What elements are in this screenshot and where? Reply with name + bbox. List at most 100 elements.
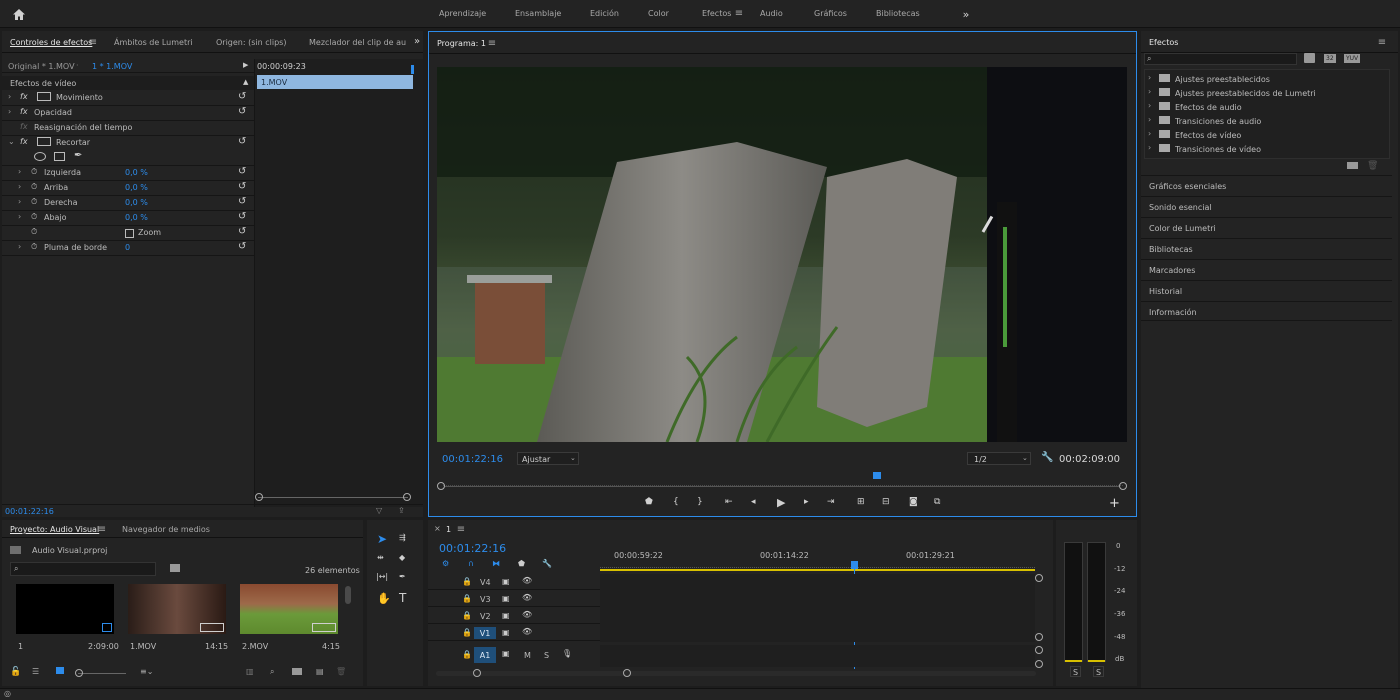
expand-chevron-icon[interactable]: › [18, 167, 21, 176]
rectangle-mask-icon[interactable] [54, 152, 65, 161]
panel-menu-icon[interactable]: ≡ [97, 524, 107, 535]
current-time[interactable]: 00:01:22:16 [5, 507, 54, 516]
workspace-tab-graficos[interactable]: Gráficos [814, 9, 847, 18]
quality-dropdown[interactable]: 1/2 ⌄ [967, 452, 1031, 465]
film-icon[interactable]: ▣ [502, 577, 510, 586]
param-value[interactable]: 0,0 % [125, 198, 148, 207]
stopwatch-icon[interactable]: ⏱ [31, 197, 37, 207]
param-value[interactable]: 0,0 % [125, 183, 148, 192]
mark-out-icon[interactable]: } [697, 497, 703, 507]
filter-icon[interactable]: ▽ [376, 506, 382, 515]
zoom-checkbox[interactable] [125, 229, 134, 238]
play-icon[interactable]: ▶ [777, 496, 785, 509]
expand-chevron-icon[interactable]: › [18, 212, 21, 221]
effects-tree-item[interactable]: › Ajustes preestablecidos [1145, 72, 1389, 86]
new-folder-icon[interactable] [1347, 162, 1358, 169]
clip-thumbnail[interactable] [128, 584, 226, 634]
mini-clip[interactable]: 1.MOV [257, 75, 413, 89]
effect-row-opacidad[interactable]: › fx Opacidad ↺ [2, 106, 254, 120]
sequence-clip-label[interactable]: 1 * 1.MOV [92, 62, 132, 71]
overflow-chevron-icon[interactable]: » [960, 8, 972, 21]
timeline-playhead-head[interactable] [851, 561, 858, 569]
stopwatch-icon[interactable]: ⏱ [31, 242, 37, 252]
timeline-zoom-handle[interactable] [473, 669, 481, 677]
compare-icon[interactable]: ⧉ [934, 497, 940, 507]
expand-chevron-icon[interactable]: › [1148, 87, 1151, 96]
tab-source[interactable]: Origen: (sin clips) [216, 38, 286, 47]
expand-chevron-icon[interactable]: › [18, 182, 21, 191]
mini-zoom-scrollbar[interactable] [258, 497, 408, 498]
marker-icon[interactable]: ⬟ [645, 497, 653, 507]
play-triangle-icon[interactable]: ▶ [243, 61, 248, 69]
section-graficos-esenciales[interactable]: Gráficos esenciales [1141, 175, 1392, 195]
track-scroll-handle[interactable] [1035, 646, 1043, 654]
extract-icon[interactable]: ⊟ [882, 497, 890, 507]
effects-search-input[interactable]: ⌕ [1144, 53, 1297, 65]
fx-icon[interactable]: fx [20, 92, 28, 101]
track-label[interactable]: A1 [474, 647, 496, 663]
section-bibliotecas[interactable]: Bibliotecas [1141, 238, 1392, 258]
status-icon[interactable]: ◎ [4, 689, 11, 698]
film-icon[interactable]: ▣ [502, 628, 510, 637]
program-playhead[interactable] [873, 472, 881, 479]
go-to-out-icon[interactable]: ⇥ [827, 497, 835, 507]
accelerated-filter-icon[interactable] [1304, 53, 1315, 63]
track-scroll-handle[interactable] [1035, 574, 1043, 582]
transform-icon[interactable] [37, 137, 51, 146]
effect-row-movimiento[interactable]: › fx Movimiento ↺ [2, 91, 254, 105]
expand-chevron-icon[interactable]: › [1148, 101, 1151, 110]
transform-icon[interactable] [37, 92, 51, 101]
lock-icon[interactable]: 🔒 [462, 594, 472, 603]
tab-effect-controls[interactable]: Controles de efectos [10, 38, 92, 47]
find-icon[interactable]: ⌕ [270, 667, 274, 677]
close-icon[interactable]: × [434, 524, 441, 533]
icon-view-icon[interactable] [56, 667, 64, 674]
export-icon[interactable]: ⇪ [398, 506, 405, 515]
param-value[interactable]: 0,0 % [125, 213, 148, 222]
mini-playhead[interactable] [411, 65, 414, 74]
collapse-chevron-icon[interactable]: ⌄ [8, 137, 15, 146]
mark-in-icon[interactable]: { [673, 497, 679, 507]
reset-icon[interactable]: ↺ [238, 136, 246, 147]
film-icon[interactable]: ▣ [502, 611, 510, 620]
ruler-ticks[interactable] [600, 560, 1035, 568]
scroll-handle-right[interactable] [403, 493, 411, 501]
overflow-chevron-icon[interactable]: » [412, 36, 422, 47]
panel-menu-icon[interactable]: ≡ [1377, 37, 1387, 48]
track-scroll-handle[interactable] [1035, 660, 1043, 668]
param-value[interactable]: 0 [125, 243, 130, 252]
video-track-area[interactable] [600, 574, 1035, 642]
expand-chevron-icon[interactable]: › [1148, 129, 1151, 138]
track-label[interactable]: V2 [480, 612, 491, 621]
workspace-tab-edicion[interactable]: Edición [590, 9, 619, 18]
track-label[interactable]: V3 [480, 595, 491, 604]
workspace-tab-aprendizaje[interactable]: Aprendizaje [439, 9, 486, 18]
expand-chevron-icon[interactable]: › [1148, 73, 1151, 82]
audio-track-area[interactable] [600, 645, 1035, 667]
reset-icon[interactable]: ↺ [238, 226, 246, 237]
timeline-zoom-bar[interactable] [436, 671, 1036, 676]
microphone-icon[interactable]: 🎙 [562, 649, 572, 658]
effects-tree-item[interactable]: › Transiciones de audio [1145, 114, 1389, 128]
trash-icon[interactable]: 🗑 [336, 667, 346, 676]
camera-icon[interactable]: ◙ [909, 497, 918, 507]
mute-button[interactable]: M [524, 651, 531, 660]
section-color-lumetri[interactable]: Color de Lumetri [1141, 217, 1392, 237]
scroll-handle-left[interactable] [255, 493, 263, 501]
eye-icon[interactable]: 👁 [522, 576, 532, 585]
menu-icon[interactable]: ≡ [734, 8, 744, 19]
section-sonido-esencial[interactable]: Sonido esencial [1141, 196, 1392, 216]
lift-icon[interactable]: ⊞ [857, 497, 865, 507]
reset-icon[interactable]: ↺ [238, 211, 246, 222]
new-bin-search-icon[interactable] [170, 564, 180, 572]
effects-tree-item[interactable]: › Transiciones de vídeo [1145, 142, 1389, 156]
expand-chevron-icon[interactable]: › [8, 107, 11, 116]
reset-icon[interactable]: ↺ [238, 166, 246, 177]
new-item-icon[interactable]: ▤ [316, 667, 324, 676]
track-select-tool-icon[interactable]: ⇶ [399, 533, 406, 542]
lock-icon[interactable]: 🔒 [462, 611, 472, 620]
yuv-filter-badge[interactable]: YUV [1344, 54, 1361, 63]
expand-chevron-icon[interactable]: › [1148, 143, 1151, 152]
master-clip-label[interactable]: Original * 1.MOV [8, 62, 75, 71]
eye-icon[interactable]: 👁 [522, 610, 532, 619]
